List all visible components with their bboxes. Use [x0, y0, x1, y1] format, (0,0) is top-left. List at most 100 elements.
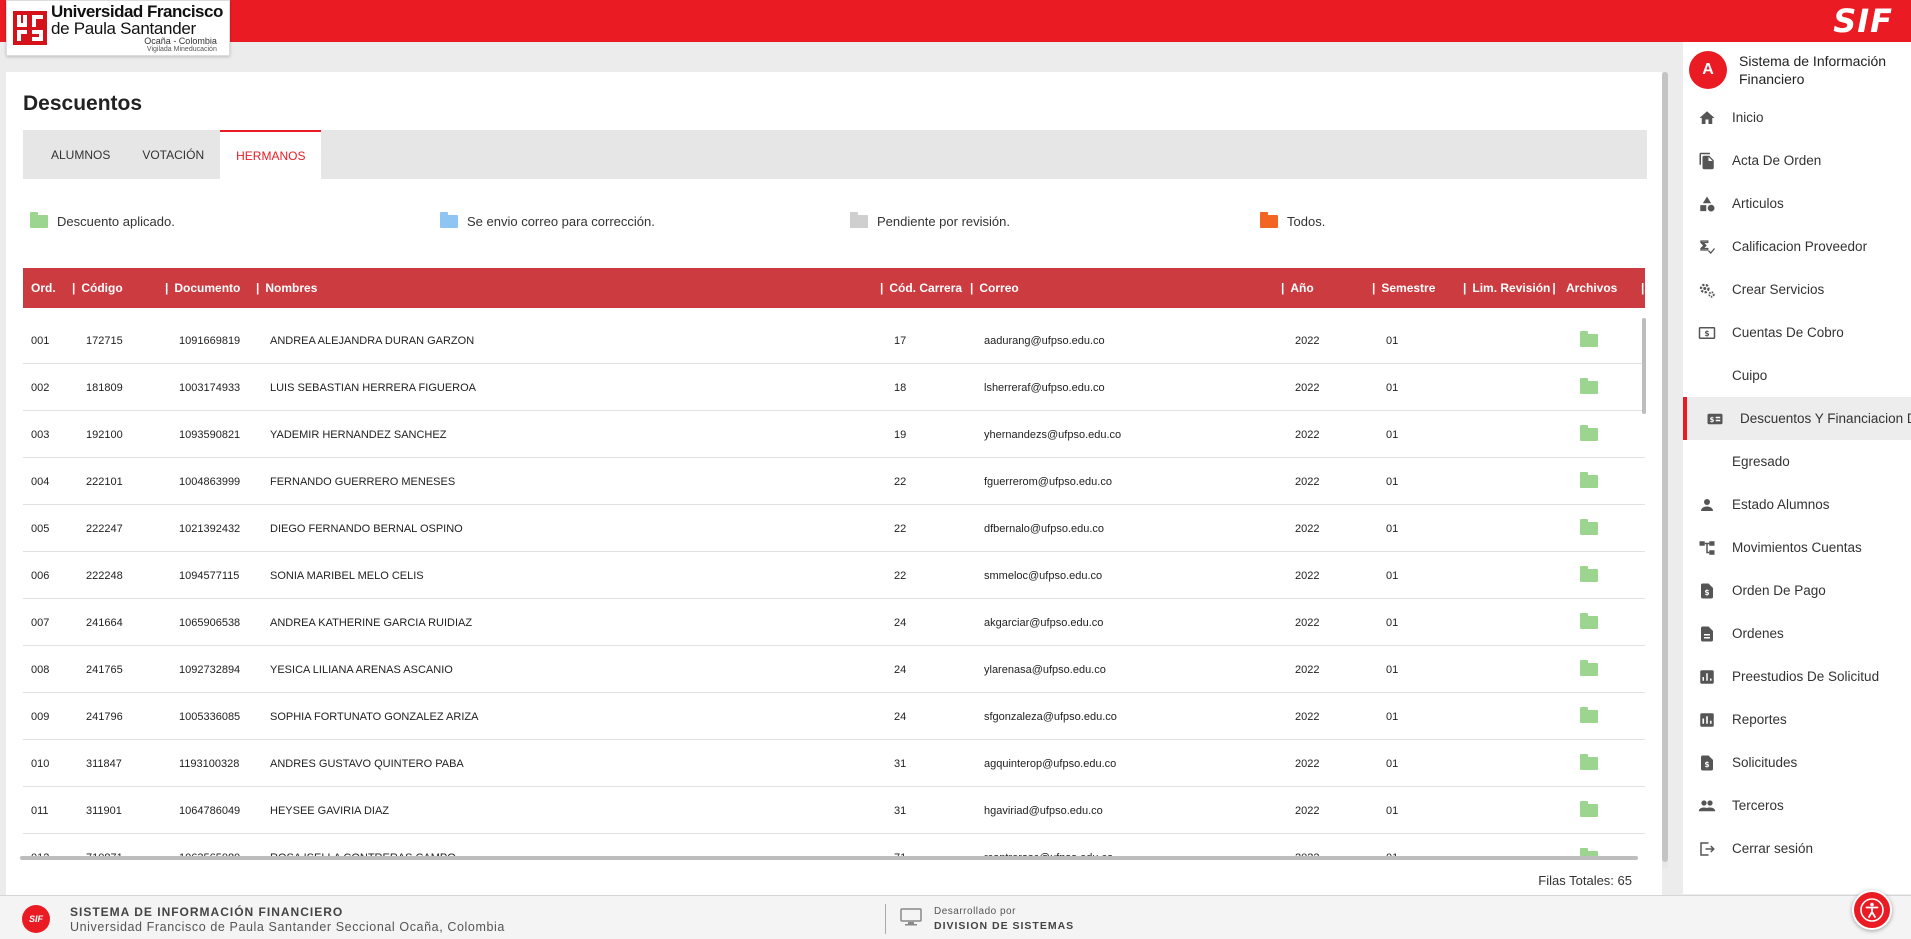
folder-icon[interactable] [1580, 801, 1598, 817]
col-ord[interactable]: Ord. [31, 268, 56, 308]
shapes-icon [1697, 194, 1717, 214]
cell-codigo: 241664 [86, 616, 123, 629]
table-row[interactable]: 008 241765 1092732894 YESICA LILIANA ARENAS… [23, 646, 1645, 693]
sidebar-item-calificacion-proveedor[interactable]: Calificacion Proveedor [1683, 225, 1911, 268]
cell-documento: 1091669819 [179, 334, 241, 347]
table-row[interactable]: 009 241796 1005336085 SOPHIA FORTUNATO GONZ… [23, 693, 1645, 740]
sidebar-item-solicitudes[interactable]: $ Solicitudes [1683, 741, 1911, 784]
cell-semestre: 01 [1386, 804, 1399, 817]
folder-orange-icon [1260, 212, 1278, 228]
folder-icon[interactable] [1580, 754, 1598, 770]
sidebar-item-label: Crear Servicios [1732, 282, 1825, 297]
sidebar-header: A Sistema de Información Financiero [1689, 50, 1909, 90]
folder-icon[interactable] [1580, 613, 1598, 629]
sidebar-item-crear-servicios[interactable]: Crear Servicios [1683, 268, 1911, 311]
col-codigo[interactable]: | Código [72, 268, 123, 308]
tab-alumnos[interactable]: ALUMNOS [35, 130, 126, 179]
table-row[interactable]: 004 222101 1004863999 FERNANDO GUERRERO MEN… [23, 458, 1645, 505]
table-row[interactable]: 002 181809 1003174933 LUIS SEBASTIAN HERRER… [23, 364, 1645, 411]
table-scrollbar-thumb[interactable] [1642, 318, 1646, 414]
cell-semestre: 01 [1386, 710, 1399, 723]
table-row[interactable]: 006 222248 1094577115 SONIA MARIBEL MELO CE… [23, 552, 1645, 599]
table-row[interactable]: 007 241664 1065906538 ANDREA KATHERINE GARC… [23, 599, 1645, 646]
cell-ord: 006 [31, 569, 50, 582]
table-row[interactable]: 003 192100 1093590821 YADEMIR HERNANDEZ SAN… [23, 411, 1645, 458]
page-title: Descuentos [23, 92, 143, 115]
sidebar-item-descuentos-y-financiacion-d[interactable]: $ Descuentos Y Financiacion D [1683, 397, 1911, 440]
legend-email-sent[interactable]: Se envio correo para corrección. [440, 212, 655, 229]
university-logo[interactable]: Universidad Francisco de Paula Santander… [6, 0, 230, 56]
vertical-scrollbar[interactable] [1662, 72, 1668, 868]
tab-votacion[interactable]: VOTACIÓN [126, 130, 220, 179]
table-row[interactable]: 011 311901 1064786049 HEYSEE GAVIRIA DIAZ 31… [23, 787, 1645, 834]
table-header: Ord. | Código | Documento | Nombres | Cód. C… [23, 268, 1645, 308]
table-row[interactable]: 005 222247 1021392432 DIEGO FERNANDO BERNAL… [23, 505, 1645, 552]
table-row[interactable]: 010 311847 1193100328 ANDRES GUSTAVO QUINTE… [23, 740, 1645, 787]
cell-correo: ylarenasa@ufpso.edu.co [984, 663, 1106, 676]
cell-semestre: 01 [1386, 663, 1399, 676]
accessibility-button[interactable] [1852, 890, 1892, 930]
folder-icon[interactable] [1580, 519, 1598, 535]
sidebar-item-terceros[interactable]: Terceros [1683, 784, 1911, 827]
col-lim-revision[interactable]: | Lim. Revisión | [1463, 268, 1556, 308]
sidebar-item-articulos[interactable]: Articulos [1683, 182, 1911, 225]
sidebar-item-cuentas-de-cobro[interactable]: $ Cuentas De Cobro [1683, 311, 1911, 354]
table-row[interactable]: 001 172715 1091669819 ANDREA ALEJANDRA DURA… [23, 317, 1645, 364]
cell-nombres: YADEMIR HERNANDEZ SANCHEZ [270, 428, 447, 441]
cell-ord: 009 [31, 710, 50, 723]
sidebar-item-reportes[interactable]: Reportes [1683, 698, 1911, 741]
legend-all[interactable]: Todos. [1260, 212, 1325, 229]
cell-correo: dfbernalo@ufpso.edu.co [984, 522, 1105, 535]
cell-correo: hgaviriad@ufpso.edu.co [984, 804, 1103, 817]
col-carrera[interactable]: | Cód. Carrera [880, 268, 962, 308]
sidebar-item-preestudios-de-solicitud[interactable]: Preestudios De Solicitud [1683, 655, 1911, 698]
sidebar-item-egresado[interactable]: Egresado [1683, 440, 1911, 483]
col-nombres[interactable]: | Nombres [256, 268, 317, 308]
folder-icon[interactable] [1580, 566, 1598, 582]
col-archivos[interactable]: Archivos [1566, 268, 1617, 308]
folder-icon[interactable] [1580, 660, 1598, 676]
vertical-scrollbar-thumb[interactable] [1662, 72, 1668, 862]
sidebar-item-label: Estado Alumnos [1732, 497, 1830, 512]
cell-nombres: ANDRES GUSTAVO QUINTERO PABA [270, 757, 464, 770]
cell-carrera: 22 [894, 475, 907, 488]
folder-icon[interactable] [1580, 707, 1598, 723]
col-anio[interactable]: | Año [1281, 268, 1314, 308]
cell-archivos [1580, 787, 1598, 834]
cell-archivos [1580, 693, 1598, 740]
sidebar-item-orden-de-pago[interactable]: $ Orden De Pago [1683, 569, 1911, 612]
legend-pending[interactable]: Pendiente por revisión. [850, 212, 1010, 229]
folder-icon[interactable] [1580, 425, 1598, 441]
developer-name: DIVISION DE SISTEMAS [934, 920, 1075, 932]
sidebar-item-estado-alumnos[interactable]: Estado Alumnos [1683, 483, 1911, 526]
sidebar-item-cuipo[interactable]: Cuipo [1683, 354, 1911, 397]
svg-text:$: $ [1704, 587, 1709, 596]
folder-icon[interactable] [1580, 472, 1598, 488]
cell-nombres: LUIS SEBASTIAN HERRERA FIGUEROA [270, 381, 476, 394]
cell-semestre: 01 [1386, 757, 1399, 770]
legend-applied[interactable]: Descuento aplicado. [30, 212, 175, 229]
sidebar-item-label: Preestudios De Solicitud [1732, 669, 1880, 684]
cell-semestre: 01 [1386, 569, 1399, 582]
cell-codigo: 222247 [86, 522, 123, 535]
cell-archivos [1580, 740, 1598, 787]
cell-ord: 003 [31, 428, 50, 441]
sidebar-item-movimientos-cuentas[interactable]: Movimientos Cuentas [1683, 526, 1911, 569]
avatar[interactable]: A [1689, 51, 1727, 89]
horizontal-scrollbar[interactable] [20, 856, 1638, 860]
legend-label: Descuento aplicado. [57, 214, 175, 229]
cell-ord: 011 [31, 804, 49, 817]
sidebar-item-label: Cerrar sesión [1732, 841, 1814, 856]
sidebar-item-inicio[interactable]: Inicio [1683, 96, 1911, 139]
folder-icon[interactable] [1580, 331, 1598, 347]
sidebar-item-ordenes[interactable]: Ordenes [1683, 612, 1911, 655]
sidebar-item-acta-de-orden[interactable]: Acta De Orden [1683, 139, 1911, 182]
col-semestre[interactable]: | Semestre [1372, 268, 1435, 308]
tab-hermanos[interactable]: HERMANOS [220, 130, 322, 179]
folder-icon[interactable] [1580, 378, 1598, 394]
cell-archivos [1580, 505, 1598, 552]
col-correo[interactable]: | Correo [970, 268, 1019, 308]
sidebar-item-cerrar-sesi-n[interactable]: Cerrar sesión [1683, 827, 1911, 870]
col-documento[interactable]: | Documento [165, 268, 240, 308]
logout-icon [1697, 839, 1717, 859]
